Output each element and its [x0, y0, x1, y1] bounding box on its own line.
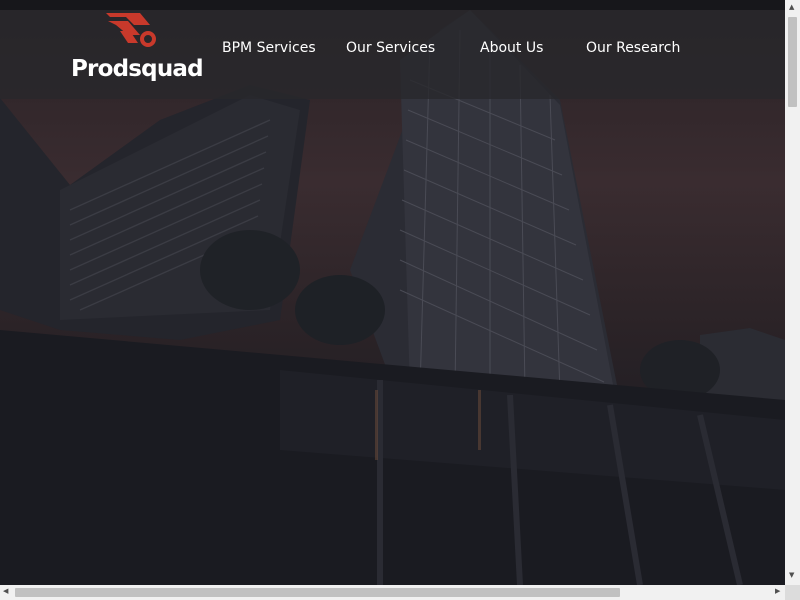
- nav-item-bpm-services[interactable]: BPM Services: [222, 40, 316, 56]
- nav-item-our-research[interactable]: Our Research: [586, 40, 680, 56]
- scroll-up-arrow-icon[interactable]: ▲: [789, 4, 794, 11]
- vertical-scrollbar[interactable]: ▲ ▼: [785, 0, 800, 585]
- scroll-right-arrow-icon[interactable]: ▶: [775, 588, 780, 595]
- logo-mark-icon: [106, 13, 156, 47]
- scroll-left-arrow-icon[interactable]: ◀: [3, 588, 8, 595]
- vertical-scroll-thumb[interactable]: [788, 17, 797, 107]
- scrollbar-corner: [785, 585, 800, 600]
- prodsquad-logo[interactable]: Prodsquad: [70, 13, 204, 95]
- nav-item-about-us[interactable]: About Us: [480, 40, 543, 56]
- scroll-down-arrow-icon[interactable]: ▼: [789, 572, 794, 579]
- browser-top-strip: [0, 0, 800, 10]
- brand-name: Prodsquad: [71, 56, 204, 82]
- horizontal-scroll-thumb[interactable]: [15, 588, 620, 597]
- main-navigation-bar: Prodsquad BPM Services Our Services Abou…: [0, 10, 785, 99]
- horizontal-scrollbar[interactable]: ◀ ▶: [0, 585, 785, 600]
- nav-item-our-services[interactable]: Our Services: [346, 40, 435, 56]
